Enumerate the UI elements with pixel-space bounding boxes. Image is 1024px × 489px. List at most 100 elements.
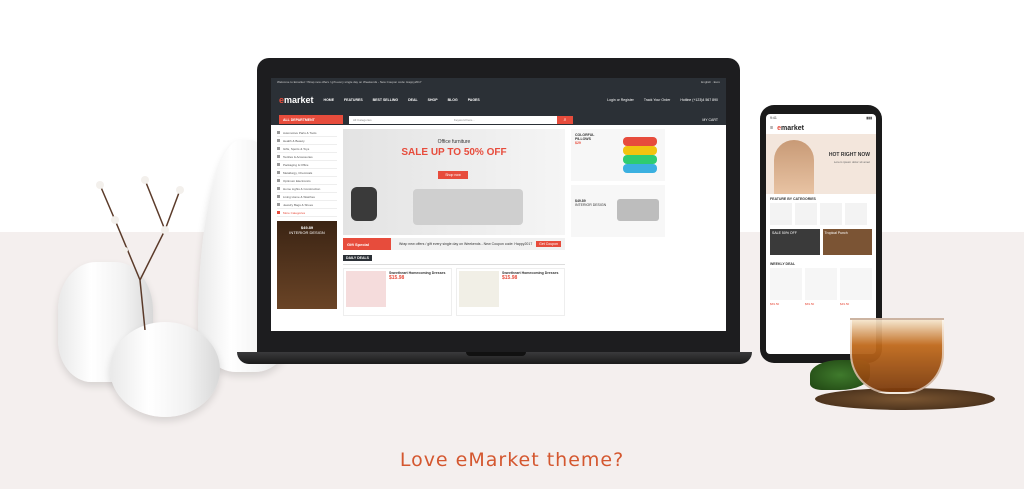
nav-pages[interactable]: PAGES [468, 98, 480, 102]
sidebar: Automotive Parts & Tools Health & Beauty… [277, 129, 337, 316]
pillow-shape [623, 137, 657, 146]
deal-image [459, 271, 499, 307]
sidebar-item[interactable]: Textiles & Accessories [277, 153, 337, 161]
sidebar-item[interactable]: Gifts, Sports & Toys [277, 145, 337, 153]
featured-heading: FEATURE BY CATEGORIES [770, 197, 816, 201]
nav-best-selling[interactable]: BEST SELLING [373, 98, 398, 102]
deals-list: Sweetheart Homecoming Dresses $15.98 Swe… [343, 268, 565, 316]
phone-price: $49.50 [840, 302, 850, 306]
daily-deals-heading: DAILY DEALS [343, 255, 565, 265]
sofa-image [617, 199, 659, 221]
phone-hero-title: HOT RIGHT NOW [828, 152, 870, 158]
nav-features[interactable]: FEATURES [344, 98, 363, 102]
pillow-shape [623, 164, 657, 173]
phone-deal-card[interactable] [770, 268, 802, 300]
sidebar-item[interactable]: Metallurgy, Chemicals [277, 169, 337, 177]
phone-banner-sale[interactable]: SALE 50% OFF [770, 229, 820, 255]
site-logo[interactable]: emarket [279, 95, 314, 105]
banner-sale: SALE UP TO 50% OFF [401, 147, 507, 158]
sidebar-item[interactable]: Health & Beauty [277, 137, 337, 145]
hero-banner[interactable]: Office furniture SALE UP TO 50% OFF Shop… [343, 129, 565, 235]
category-tile[interactable] [820, 203, 842, 225]
nav-home[interactable]: HOME [324, 98, 335, 102]
sidebar-item[interactable]: Packaging & Office [277, 161, 337, 169]
search-category[interactable]: All Categories [353, 118, 372, 122]
hero-models [774, 140, 814, 194]
deal-price: $15.98 [502, 275, 518, 281]
phone-time: 9:41 [770, 116, 777, 120]
menu-icon[interactable]: ☰ [770, 126, 773, 130]
side-promo-label: INTERIOR DESIGN [289, 230, 325, 235]
search-placeholder: Keyword here... [453, 117, 475, 122]
banner-title: Office furniture [437, 139, 471, 145]
all-department-button[interactable]: ALL DEPARTMENT [279, 115, 343, 124]
phone-header: ☰ emarket [766, 122, 876, 134]
phone-categories [766, 203, 876, 225]
phone-status-bar: 9:41 ▮▮▮ [766, 114, 876, 122]
phone-deal-card[interactable] [805, 268, 837, 300]
right-column: COLORFUL PILLOWS $29 $49.89 INTERIOR DES… [571, 129, 665, 316]
side-promo[interactable]: $49.89 INTERIOR DESIGN [277, 221, 337, 309]
interior-promo[interactable]: $49.89 INTERIOR DESIGN [571, 185, 665, 237]
sidebar-item[interactable]: Living Home & Watches [277, 193, 337, 201]
site-topbar: Welcome to Emarket ! Wrap new offers / g… [271, 78, 726, 86]
coupon-button[interactable]: Get Coupon [536, 241, 561, 247]
deal-image [346, 271, 386, 307]
site-header: emarket HOME FEATURES BEST SELLING DEAL … [271, 86, 726, 114]
laptop-notch [466, 352, 526, 356]
gift-text: Wrap new offers / gift every single day … [399, 242, 533, 246]
nav-deal[interactable]: DEAL [408, 98, 418, 102]
phone-deals [766, 268, 876, 300]
nav-shop[interactable]: SHOP [428, 98, 438, 102]
deal-card[interactable]: Sweetheart Homecoming Dresses $15.98 [343, 268, 452, 316]
hotline: Hotline (+123)4 567 890 [680, 98, 718, 102]
cart-button[interactable]: MY CART [702, 118, 718, 122]
pillows-promo[interactable]: COLORFUL PILLOWS $29 [571, 129, 665, 181]
search-bar-row: ALL DEPARTMENT All Categories Keyword he… [271, 114, 726, 125]
track-link[interactable]: Track Your Order [644, 98, 671, 102]
promo1-title: COLORFUL PILLOWS [575, 133, 595, 141]
gift-bar: Gift Special Wrap new offers / gift ever… [343, 238, 565, 250]
topbar-lang[interactable]: English · Euro [701, 80, 720, 84]
header-right: Login or Register Track Your Order Hotli… [607, 98, 718, 102]
category-tile[interactable] [770, 203, 792, 225]
flower-branch [96, 176, 184, 330]
gift-tag: Gift Special [343, 238, 391, 250]
topbar-text: Welcome to Emarket ! Wrap new offers / g… [277, 80, 422, 84]
phone-banner-punch[interactable]: Tropical Punch [822, 229, 872, 255]
laptop-screen: Welcome to Emarket ! Wrap new offers / g… [271, 78, 726, 331]
sidebar-item-more[interactable]: More Categories [277, 209, 337, 217]
search-input[interactable]: All Categories Keyword here... ⌕ [349, 115, 573, 124]
search-icon[interactable]: ⌕ [556, 115, 573, 124]
phone-banners: SALE 50% OFF Tropical Punch [766, 225, 876, 259]
login-link[interactable]: Login or Register [607, 98, 634, 102]
sidebar-item[interactable]: Optimum Electronics [277, 177, 337, 185]
category-tile[interactable] [845, 203, 867, 225]
category-tile[interactable] [795, 203, 817, 225]
deal-price: $15.98 [389, 275, 405, 281]
phone-hero-sub: Lorem ipsum dolor sit amet [833, 160, 870, 164]
phone-prices: $69.50 $69.50 $49.50 [766, 300, 876, 308]
phone-deal-card[interactable] [840, 268, 872, 300]
pillow-shape [623, 155, 657, 164]
phone-price: $69.50 [805, 302, 815, 306]
tea-cup [850, 318, 944, 394]
battery-icon: ▮▮▮ [866, 116, 872, 120]
sidebar-item[interactable]: Jewelry Bags & Shoes [277, 201, 337, 209]
sidebar-item[interactable]: Automotive Parts & Tools [277, 129, 337, 137]
phone-hero[interactable]: HOT RIGHT NOW Lorem ipsum dolor sit amet [766, 134, 876, 194]
site-nav: HOME FEATURES BEST SELLING DEAL SHOP BLO… [324, 98, 480, 102]
pillow-shape [623, 146, 657, 155]
center-column: Office furniture SALE UP TO 50% OFF Shop… [343, 129, 565, 316]
sidebar-item[interactable]: Home Lights & Construction [277, 185, 337, 193]
nav-blog[interactable]: BLOG [448, 98, 458, 102]
shop-now-button[interactable]: Shop now [438, 171, 468, 179]
site-main: Automotive Parts & Tools Health & Beauty… [271, 125, 726, 320]
phone-price: $69.50 [770, 302, 780, 306]
weekly-heading: WEEKLY DEAL [770, 262, 796, 266]
deal-card[interactable]: Sweetheart Homecoming Dresses $15.98 [456, 268, 565, 316]
chair-image [351, 187, 377, 221]
vase-bottom [110, 322, 220, 417]
tagline: Love eMarket theme? [399, 449, 625, 471]
phone-logo[interactable]: emarket [777, 125, 804, 132]
